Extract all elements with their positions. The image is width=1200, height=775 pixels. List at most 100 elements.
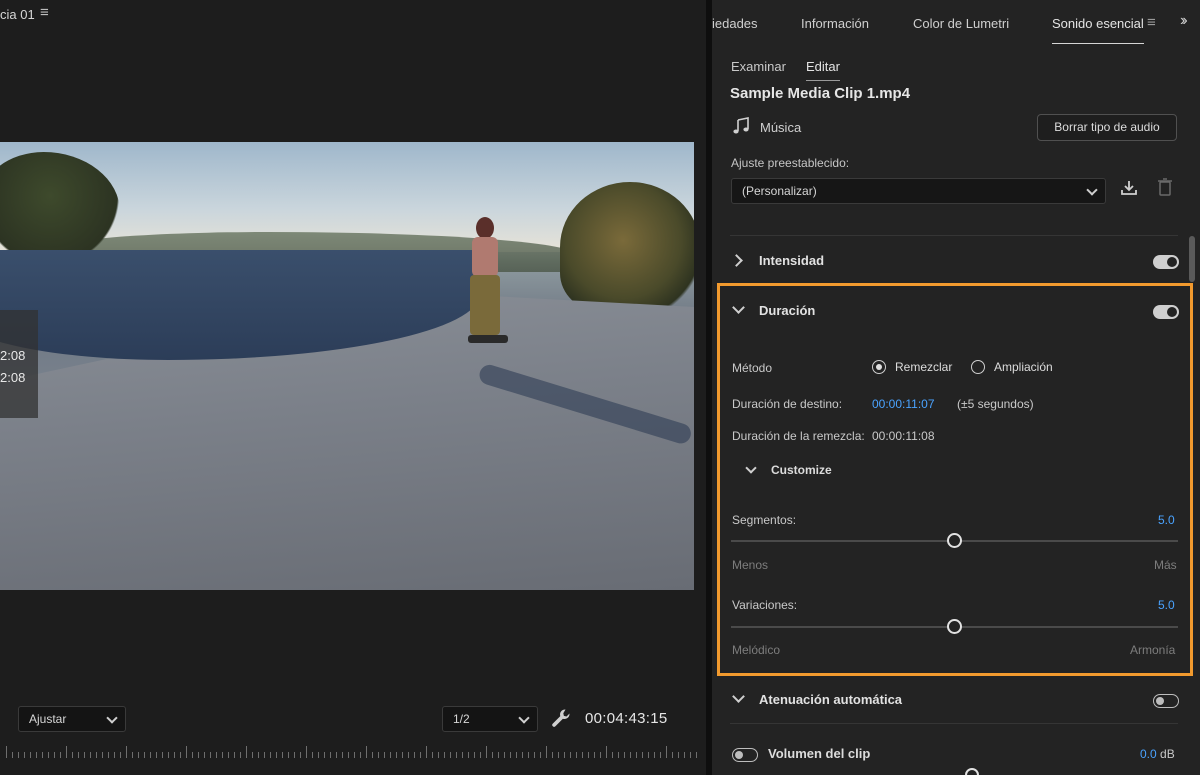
clip-name: Sample Media Clip 1.mp4 [730, 85, 911, 102]
ruler-tick [408, 752, 409, 758]
subtab-examinar[interactable]: Examinar [731, 59, 786, 74]
ruler-tick [570, 752, 571, 758]
tab-color-lumetri[interactable]: Color de Lumetri [913, 16, 1009, 31]
ruler-tick [450, 752, 451, 758]
ruler-tick [522, 752, 523, 758]
playhead-timecode[interactable]: 00:04:43:15 [585, 710, 668, 727]
ruler-tick [696, 752, 697, 758]
ruler-tick [240, 752, 241, 758]
panel-tabs: iedades Información Color de Lumetri Son… [712, 0, 1200, 44]
ruler-tick [474, 752, 475, 758]
chevron-right-icon[interactable] [730, 254, 743, 267]
panel-scrollbar[interactable] [1189, 236, 1195, 282]
ruler-tick [204, 752, 205, 758]
tab-informacion[interactable]: Información [801, 16, 869, 31]
ruler-tick [648, 752, 649, 758]
section-intensidad-header[interactable]: Intensidad [712, 247, 1182, 277]
duration-highlight-box [717, 283, 1193, 676]
ruler-tick [72, 752, 73, 758]
ruler-tick [666, 746, 667, 758]
clip-volume-value[interactable]: 0.0 [1140, 747, 1157, 761]
subtab-editar[interactable]: Editar [806, 59, 840, 81]
panel-menu-icon[interactable]: ≡ [1147, 14, 1156, 31]
audio-type-label: Música [760, 120, 802, 135]
preset-select[interactable]: (Personalizar) [731, 178, 1106, 204]
ruler-tick [90, 752, 91, 758]
trash-icon[interactable] [1157, 177, 1173, 197]
ruler-tick [672, 752, 673, 758]
section-intensidad-title: Intensidad [759, 253, 825, 268]
ruler-tick [498, 752, 499, 758]
timecode-overlay: 2:08 2:08 [0, 310, 38, 418]
ruler-tick [528, 752, 529, 758]
ruler-tick [78, 752, 79, 758]
ruler-tick [330, 752, 331, 758]
ruler-tick [588, 752, 589, 758]
ruler-tick [132, 752, 133, 758]
music-note-icon [733, 117, 749, 134]
chevron-down-icon [106, 712, 118, 724]
ruler-tick [300, 752, 301, 758]
ruler-tick [546, 746, 547, 758]
ruler-tick [48, 752, 49, 758]
ruler-tick [342, 752, 343, 758]
ruler-tick [288, 752, 289, 758]
hamburger-icon[interactable]: ≡ [40, 4, 49, 21]
more-panels-icon[interactable]: ›› [1180, 12, 1187, 30]
ruler-tick [516, 752, 517, 758]
ruler-tick [318, 752, 319, 758]
ruler-tick [258, 752, 259, 758]
ruler-tick [144, 752, 145, 758]
tab-propiedades[interactable]: iedades [712, 16, 758, 31]
preset-label: Ajuste preestablecido: [731, 156, 850, 170]
ruler-tick [54, 752, 55, 758]
ruler-tick [114, 752, 115, 758]
ruler-tick [312, 752, 313, 758]
clip-volume-unit: dB [1160, 747, 1175, 761]
ruler-tick [42, 752, 43, 758]
wrench-icon[interactable] [550, 707, 572, 729]
ruler-tick [126, 746, 127, 758]
clip-volume-slider-thumb[interactable] [965, 768, 979, 775]
chevron-down-icon[interactable] [732, 690, 745, 703]
ruler-tick [264, 752, 265, 758]
ruler-tick [432, 752, 433, 758]
ruler-tick [438, 752, 439, 758]
ruler-tick [558, 752, 559, 758]
ruler-tick [540, 752, 541, 758]
intensidad-toggle[interactable] [1153, 255, 1179, 269]
section-atenuacion-header[interactable]: Atenuación automática [712, 686, 1182, 716]
time-ruler[interactable] [0, 742, 706, 768]
ruler-tick [198, 752, 199, 758]
clear-audio-type-button[interactable]: Borrar tipo de audio [1037, 114, 1177, 141]
ruler-tick [468, 752, 469, 758]
ruler-tick [252, 752, 253, 758]
ruler-tick [504, 752, 505, 758]
atenuacion-toggle[interactable] [1153, 694, 1179, 708]
chevron-down-icon [518, 712, 530, 724]
video-frame [0, 142, 694, 590]
ruler-tick [216, 752, 217, 758]
ruler-tick [324, 752, 325, 758]
ruler-tick [384, 752, 385, 758]
ruler-tick [270, 752, 271, 758]
resolution-select[interactable]: 1/2 [442, 706, 538, 732]
tab-sonido-esencial[interactable]: Sonido esencial [1052, 16, 1144, 44]
ruler-tick [294, 752, 295, 758]
ruler-tick [84, 752, 85, 758]
program-monitor: cia 01 ≡ 2:08 2:08 Ajustar 1/2 00:04:43:… [0, 0, 706, 775]
ruler-tick [186, 746, 187, 758]
clip-volume-readout: 0.0 dB [1140, 747, 1175, 761]
ruler-tick [684, 752, 685, 758]
ruler-tick [276, 752, 277, 758]
ruler-tick [612, 752, 613, 758]
ruler-tick [24, 752, 25, 758]
ruler-tick [618, 752, 619, 758]
clip-volume-toggle[interactable] [732, 748, 758, 762]
ruler-tick [552, 752, 553, 758]
ruler-tick [246, 746, 247, 758]
ruler-tick [210, 752, 211, 758]
ruler-tick [120, 752, 121, 758]
save-preset-icon[interactable] [1119, 178, 1139, 198]
zoom-select[interactable]: Ajustar [18, 706, 126, 732]
